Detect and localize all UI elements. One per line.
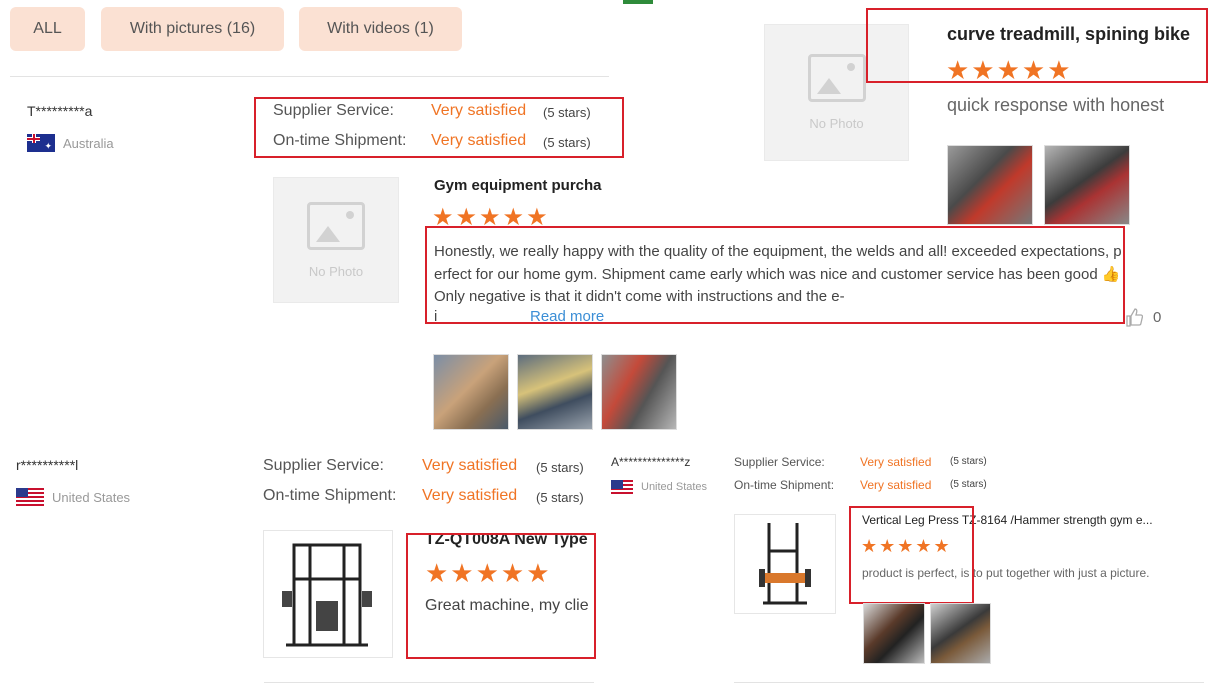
product-image[interactable]	[263, 530, 393, 658]
review-image-thumb[interactable]	[601, 354, 677, 430]
reviewer-country: Australia	[27, 134, 114, 152]
smith-machine-image	[282, 543, 372, 647]
green-tab-fragment	[623, 0, 653, 4]
filter-with-videos-button[interactable]: With videos (1)	[299, 7, 462, 51]
leg-press-image	[759, 523, 811, 605]
reviewer-country: United States	[611, 480, 707, 494]
shipment-stars: (5 stars)	[536, 490, 584, 505]
no-photo-label: No Photo	[809, 116, 864, 131]
like-button[interactable]: 0	[1125, 307, 1161, 327]
supplier-service-stars: (5 stars)	[543, 105, 591, 120]
review-text: Great machine, my clie	[425, 597, 589, 614]
shipment-value: Very satisfied	[431, 132, 527, 149]
highlight-box	[406, 533, 596, 659]
us-flag-icon	[611, 480, 633, 494]
review-image-thumb[interactable]	[947, 145, 1033, 225]
review-image-thumb[interactable]	[433, 354, 509, 430]
shipment-stars: (5 stars)	[543, 135, 591, 150]
filter-all-button[interactable]: ALL	[10, 7, 85, 51]
shipment-label: On-time Shipment:	[734, 478, 835, 492]
us-flag-icon	[16, 488, 44, 506]
like-count: 0	[1153, 308, 1162, 326]
review-text: product is perfect, is to put together w…	[862, 566, 1150, 580]
shipment-label: On-time Shipment:	[263, 487, 397, 504]
shipment-value: Very satisfied	[860, 478, 932, 492]
supplier-service-label: Supplier Service:	[734, 455, 825, 469]
product-title[interactable]: TZ-QT008A New Type	[425, 531, 593, 549]
star-rating: ★★★★★	[946, 55, 1073, 85]
review-text: Honestly, we really happy with the quali…	[434, 243, 1122, 305]
no-photo-label: No Photo	[308, 263, 364, 279]
filter-with-pictures-button[interactable]: With pictures (16)	[101, 7, 284, 51]
reviewer-name: r**********l	[16, 457, 79, 473]
review-text-tail: i	[434, 308, 438, 325]
shipment-stars: (5 stars)	[950, 479, 987, 490]
product-title[interactable]: Gym equipment purcha	[434, 177, 610, 194]
shipment-value: Very satisfied	[422, 487, 518, 504]
reviewer-country: United States	[16, 488, 130, 506]
product-title[interactable]: Vertical Leg Press TZ-8164 /Hammer stren…	[862, 513, 1197, 527]
thumbs-up-icon	[1126, 308, 1143, 327]
supplier-service-value: Very satisfied	[431, 102, 527, 119]
reviewer-name: T*********a	[27, 103, 93, 119]
supplier-service-stars: (5 stars)	[950, 456, 987, 467]
review-text: quick response with honest	[947, 95, 1165, 115]
read-more-link[interactable]: Read more	[530, 308, 604, 325]
product-title[interactable]: curve treadmill, spining bike	[947, 24, 1202, 45]
australia-flag-icon	[27, 134, 55, 152]
review-image-thumb[interactable]	[930, 603, 991, 664]
shipment-label: On-time Shipment:	[273, 132, 407, 149]
country-label: United States	[641, 481, 708, 493]
supplier-service-value: Very satisfied	[422, 457, 518, 474]
image-placeholder-icon	[807, 54, 866, 102]
product-photo-placeholder[interactable]: No Photo	[764, 24, 909, 161]
divider	[734, 682, 1204, 683]
product-image[interactable]	[734, 514, 836, 614]
country-label: Australia	[63, 135, 114, 151]
product-photo-placeholder[interactable]: No Photo	[273, 177, 399, 303]
supplier-service-label: Supplier Service:	[273, 102, 394, 119]
star-rating: ★★★★★	[425, 558, 552, 588]
image-placeholder-icon	[307, 201, 365, 250]
star-rating: ★★★★★	[861, 536, 952, 556]
review-image-thumb[interactable]	[863, 603, 925, 664]
star-rating: ★★★★★	[432, 204, 550, 231]
supplier-service-value: Very satisfied	[860, 455, 932, 469]
supplier-service-stars: (5 stars)	[536, 460, 584, 475]
divider	[10, 76, 609, 77]
supplier-service-label: Supplier Service:	[263, 457, 384, 474]
country-label: United States	[52, 489, 131, 505]
reviewer-name: A**************z	[611, 455, 691, 469]
divider	[264, 682, 594, 683]
review-image-thumb[interactable]	[1044, 145, 1130, 225]
review-image-thumb[interactable]	[517, 354, 593, 430]
